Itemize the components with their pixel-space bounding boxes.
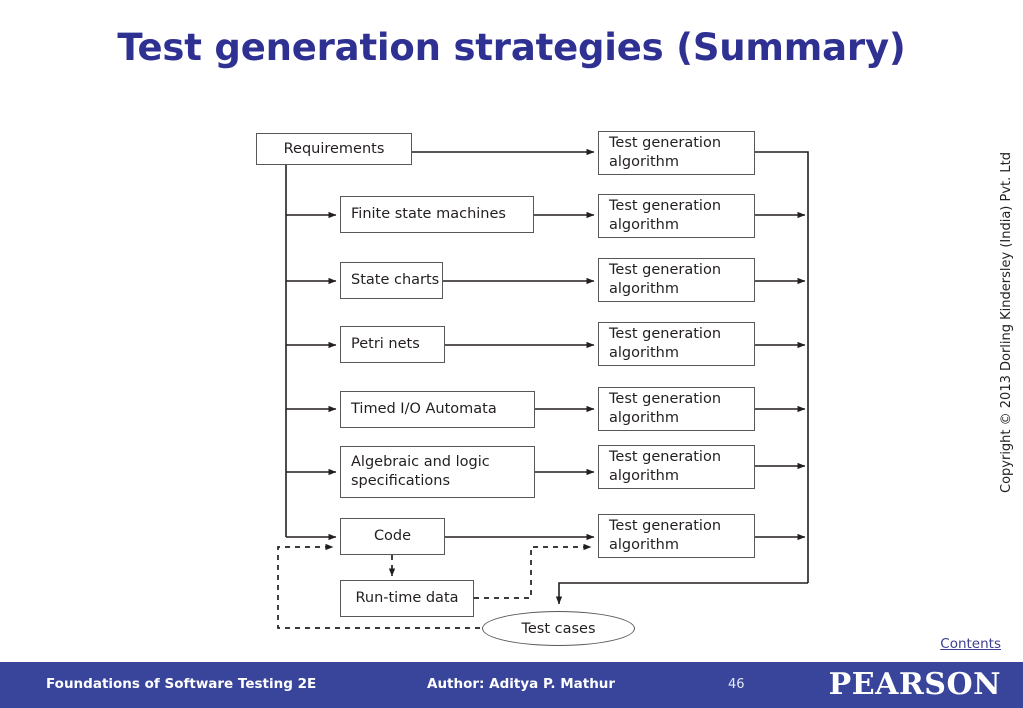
- copyright-text: Copyright © 2013 Dorling Kindersley (Ind…: [998, 151, 1014, 494]
- slide-footer: Foundations of Software Testing 2E Autho…: [0, 662, 1023, 708]
- node-test-generation-algorithm-2[interactable]: Test generation algorithm: [598, 194, 755, 238]
- node-test-cases[interactable]: Test cases: [482, 611, 635, 646]
- diagram-connectors: [277, 148, 809, 629]
- slide-page-number: 46: [728, 677, 745, 692]
- node-run-time-data[interactable]: Run-time data: [340, 580, 474, 617]
- node-petri-nets[interactable]: Petri nets: [340, 326, 445, 363]
- node-test-generation-algorithm-5[interactable]: Test generation algorithm: [598, 387, 755, 431]
- node-state-charts[interactable]: State charts: [340, 262, 443, 299]
- node-test-generation-algorithm-3[interactable]: Test generation algorithm: [598, 258, 755, 302]
- node-algebraic-and-logic-specifications[interactable]: Algebraic and logic specifications: [340, 446, 535, 498]
- node-test-generation-algorithm-6[interactable]: Test generation algorithm: [598, 445, 755, 489]
- node-test-generation-algorithm-1[interactable]: Test generation algorithm: [598, 131, 755, 175]
- contents-link[interactable]: Contents: [940, 636, 1001, 652]
- node-code[interactable]: Code: [340, 518, 445, 555]
- node-requirements[interactable]: Requirements: [256, 133, 412, 165]
- pearson-logo: PEARSON: [828, 667, 1001, 702]
- test-generation-strategies-diagram: Requirements Finite state machines State…: [0, 0, 1023, 660]
- copyright-notice: Copyright © 2013 Dorling Kindersley (Ind…: [991, 0, 1021, 645]
- node-finite-state-machines[interactable]: Finite state machines: [340, 196, 534, 233]
- footer-book-title: Foundations of Software Testing 2E: [46, 676, 317, 692]
- node-test-generation-algorithm-7[interactable]: Test generation algorithm: [598, 514, 755, 558]
- node-test-generation-algorithm-4[interactable]: Test generation algorithm: [598, 322, 755, 366]
- footer-author: Author: Aditya P. Mathur: [427, 676, 616, 692]
- node-timed-io-automata[interactable]: Timed I/O Automata: [340, 391, 535, 428]
